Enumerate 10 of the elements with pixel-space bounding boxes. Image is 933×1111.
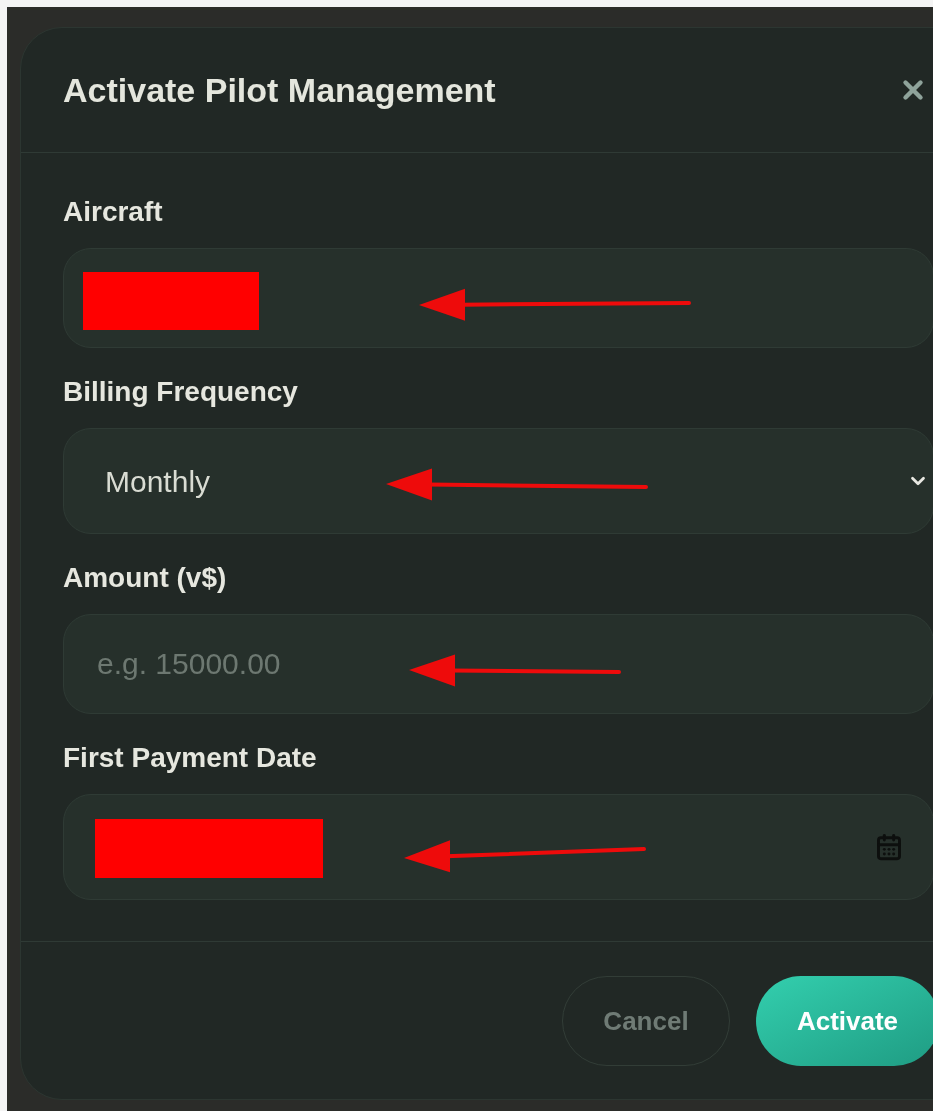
field-label: Billing Frequency	[63, 375, 299, 409]
field-label: Amount (v$)	[63, 561, 228, 595]
date-input[interactable]	[63, 794, 933, 900]
activate-button[interactable]: Activate	[756, 976, 933, 1066]
field-label: First Payment Date	[63, 741, 318, 775]
dialog-title: Activate Pilot Management	[63, 69, 496, 111]
billing-frequency-select[interactable]: Monthly	[63, 428, 933, 534]
field-label: Aircraft	[63, 195, 164, 229]
aircraft-input[interactable]	[63, 248, 933, 348]
amount-input[interactable]: e.g. 15000.00	[63, 614, 933, 714]
